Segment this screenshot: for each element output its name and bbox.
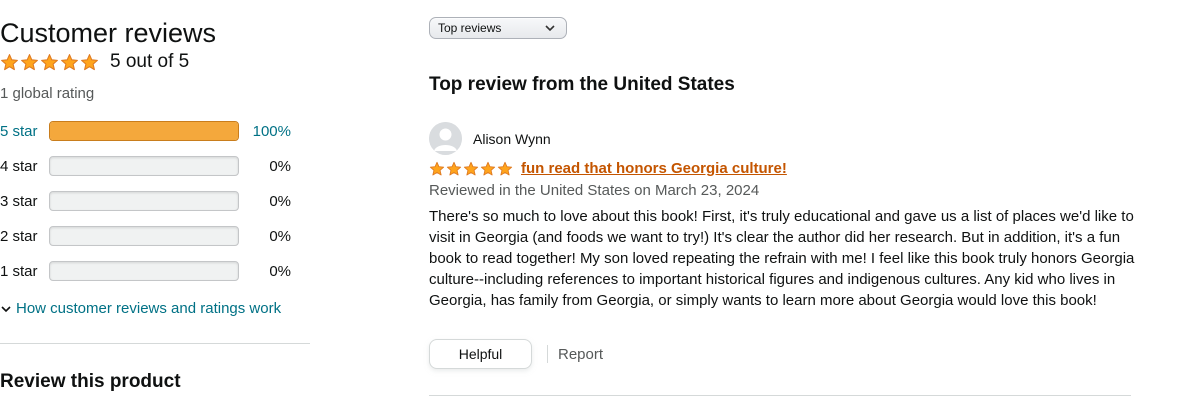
histogram-percent: 0% xyxy=(269,227,291,245)
histogram-row-4: 4 star 0% xyxy=(0,155,300,177)
divider xyxy=(0,343,310,344)
ratings-summary-panel: Customer reviews 5 out of 5 1 global rat… xyxy=(0,0,320,404)
how-reviews-work-text[interactable]: How customer reviews and ratings work xyxy=(16,300,281,317)
histogram-row-1: 1 star 0% xyxy=(0,260,300,282)
star-icon xyxy=(41,53,58,70)
top-review-section-title: Top review from the United States xyxy=(429,74,735,95)
review-title-link[interactable]: fun read that honors Georgia culture! xyxy=(521,160,787,177)
star-icon xyxy=(1,53,18,70)
customer-reviews-heading: Customer reviews xyxy=(0,18,217,48)
star-icon xyxy=(446,161,462,175)
review-title-row[interactable]: fun read that honors Georgia culture! xyxy=(429,160,787,177)
histogram-percent: 0% xyxy=(269,157,291,175)
reviews-panel: Top reviews Top review from the United S… xyxy=(429,0,1200,404)
divider xyxy=(547,345,548,363)
how-reviews-work-link[interactable]: How customer reviews and ratings work xyxy=(0,300,281,317)
average-rating-row: 5 out of 5 xyxy=(0,49,189,75)
review-stars xyxy=(429,161,513,177)
histogram-label: 2 star xyxy=(0,227,38,245)
report-link[interactable]: Report xyxy=(558,346,603,363)
histogram-row-5[interactable]: 5 star 100% xyxy=(0,120,300,142)
chevron-down-icon xyxy=(545,25,555,32)
average-rating-text: 5 out of 5 xyxy=(110,51,190,72)
review-date: Reviewed in the United States on March 2… xyxy=(429,182,760,199)
histogram-percent: 0% xyxy=(269,192,291,210)
review-this-product-heading: Review this product xyxy=(0,371,181,392)
star-icon xyxy=(497,161,513,175)
histogram-bar[interactable] xyxy=(49,121,239,141)
histogram-bar xyxy=(49,156,239,176)
histogram-row-3: 3 star 0% xyxy=(0,190,300,212)
default-avatar-icon xyxy=(429,122,462,155)
star-icon xyxy=(463,161,479,175)
review-body: There's so much to love about this book!… xyxy=(429,208,1135,309)
histogram-row-2: 2 star 0% xyxy=(0,225,300,247)
histogram-bar xyxy=(49,226,239,246)
divider xyxy=(429,395,1131,396)
histogram-label[interactable]: 5 star xyxy=(0,123,49,140)
helpful-button[interactable]: Helpful xyxy=(429,339,532,369)
sort-selected-value[interactable]: Top reviews xyxy=(438,21,501,35)
star-icon xyxy=(21,53,38,70)
histogram-bar xyxy=(49,191,239,211)
global-rating-count: 1 global rating xyxy=(0,85,95,102)
reviewer-profile[interactable]: Alison Wynn xyxy=(429,122,551,155)
star-icon xyxy=(81,53,98,70)
star-icon xyxy=(61,53,78,70)
reviewer-name[interactable]: Alison Wynn xyxy=(473,131,551,147)
chevron-down-icon xyxy=(1,305,11,312)
star-icon xyxy=(429,161,445,175)
sort-reviews-dropdown[interactable]: Top reviews xyxy=(429,17,567,39)
star-icon xyxy=(480,161,496,175)
histogram-percent[interactable]: 100% xyxy=(239,123,291,140)
histogram-label: 4 star xyxy=(0,157,38,175)
histogram-bar-fill xyxy=(50,122,238,140)
histogram-label: 1 star xyxy=(0,262,38,280)
average-stars xyxy=(0,53,99,72)
histogram-percent: 0% xyxy=(269,262,291,280)
histogram-label: 3 star xyxy=(0,192,38,210)
histogram-bar xyxy=(49,261,239,281)
